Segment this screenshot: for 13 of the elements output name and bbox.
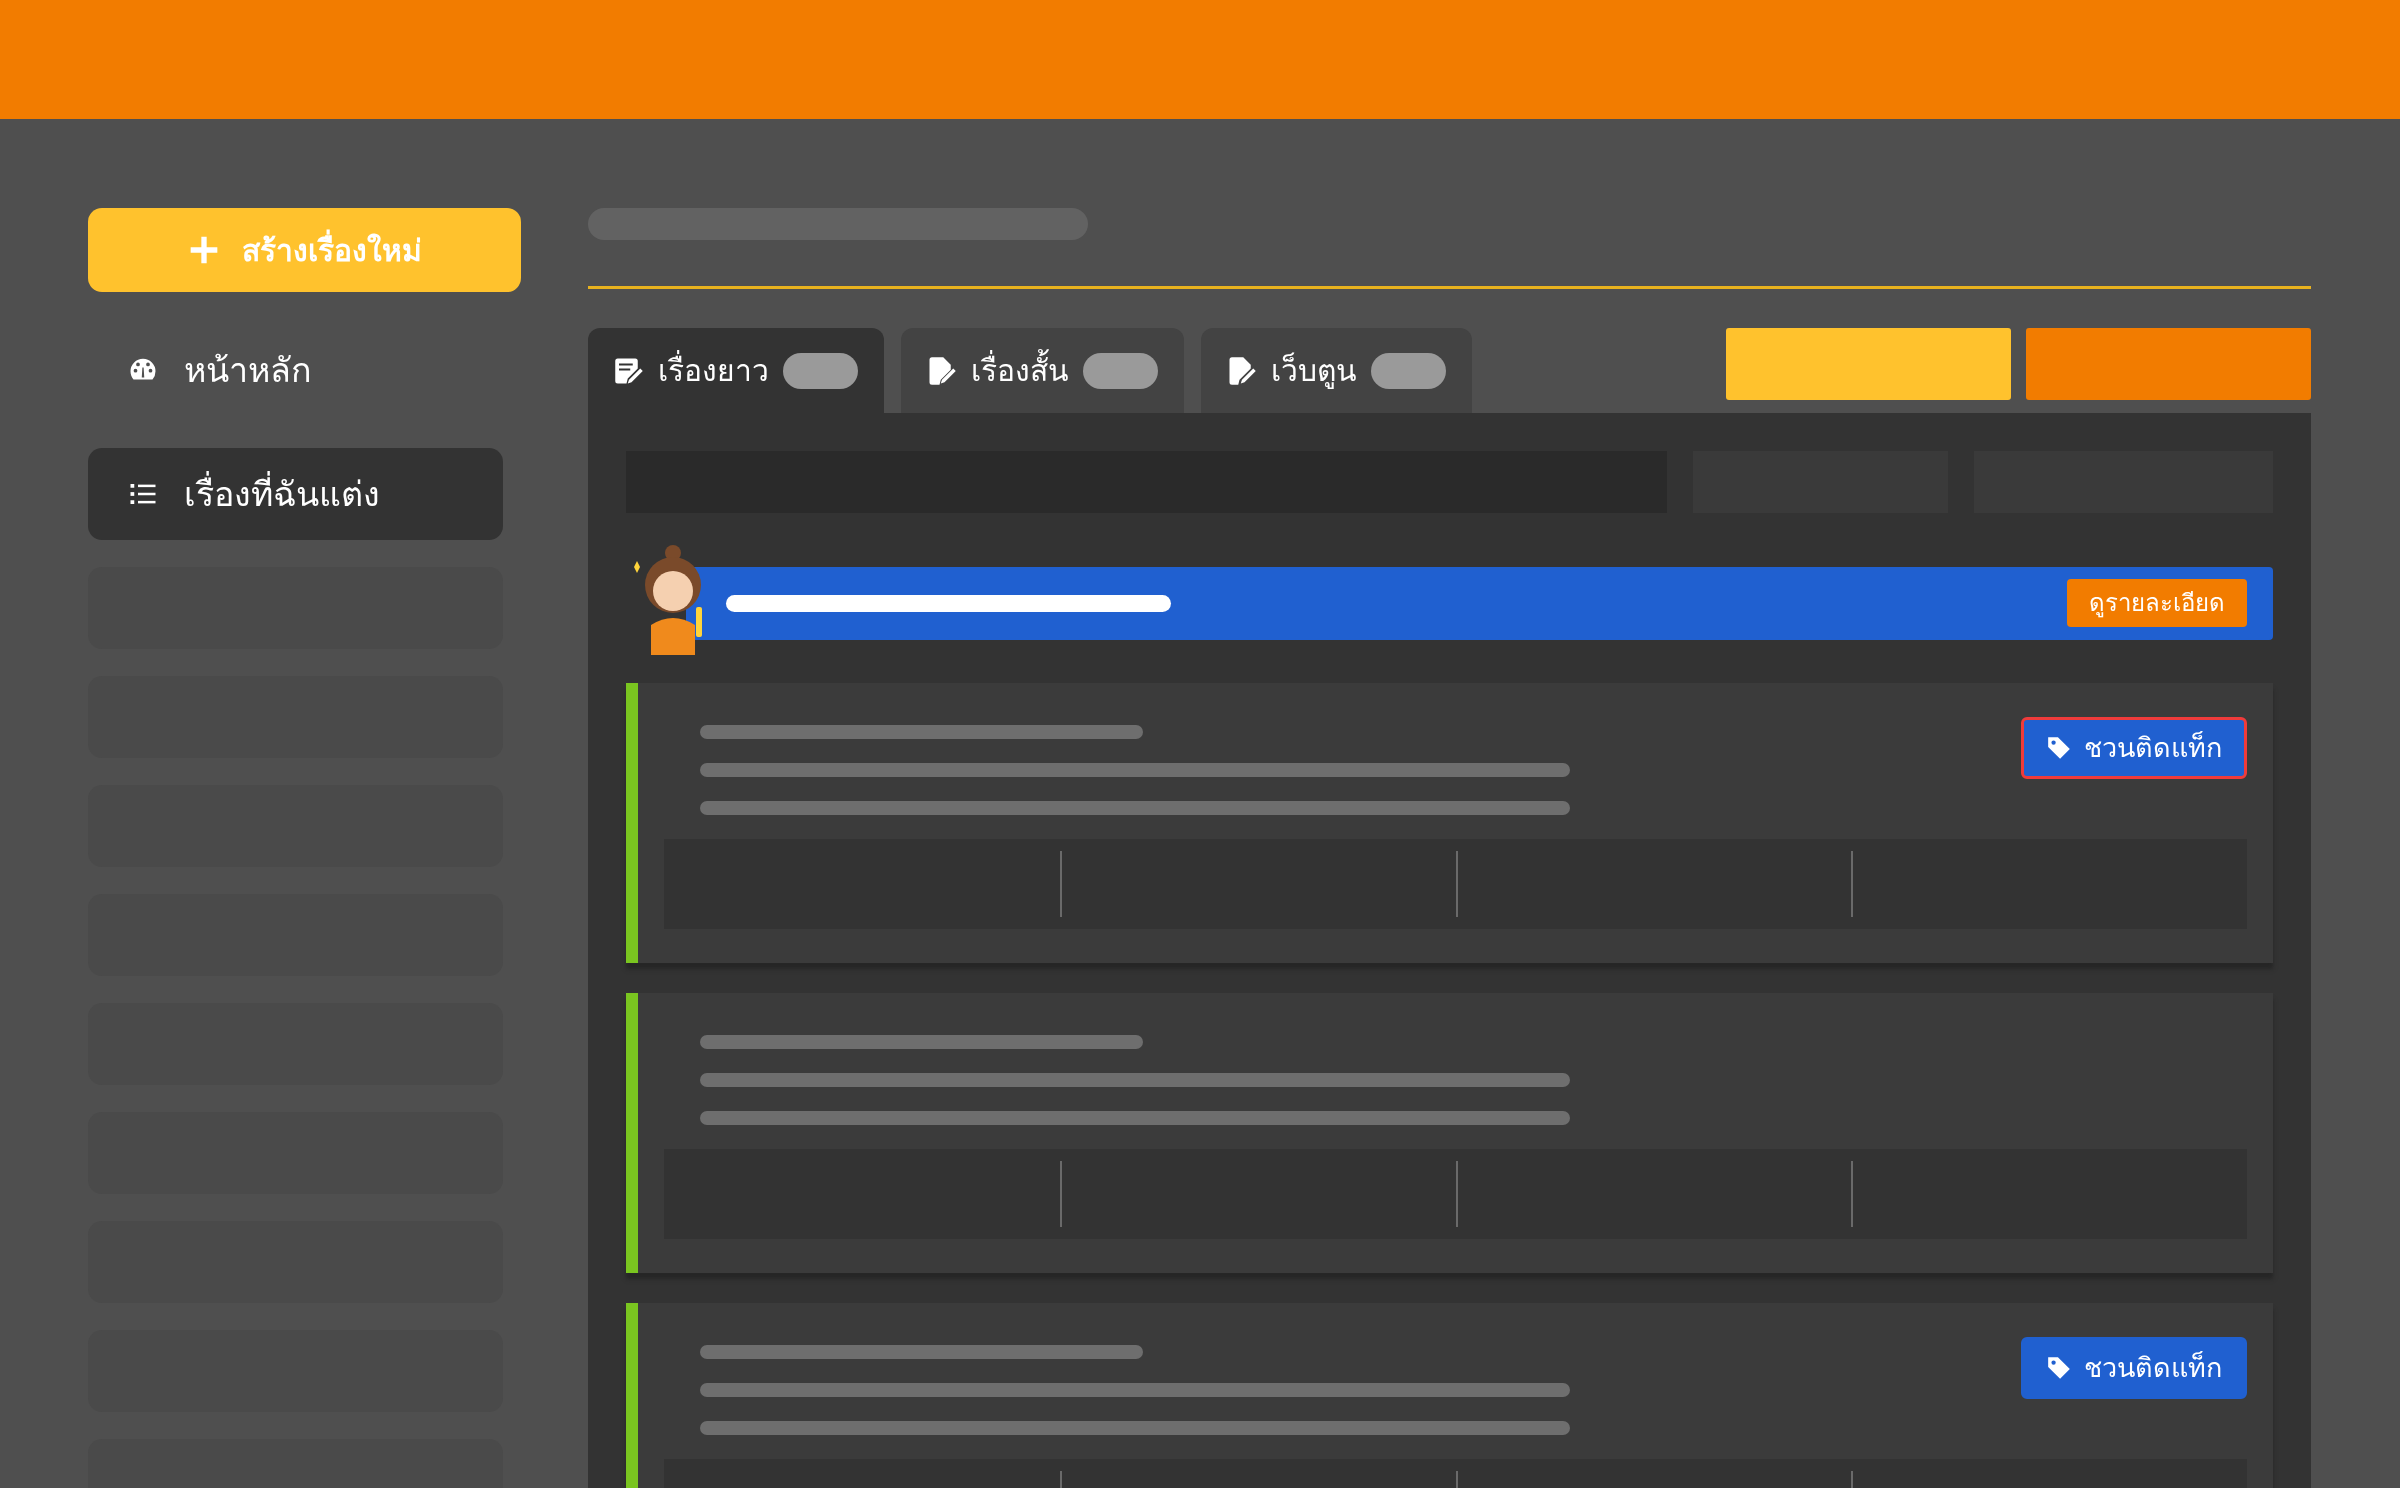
document-pen-icon [927,355,957,386]
sidebar-item[interactable]: เรื่องที่ฉันแต่ง [88,448,503,540]
sidebar-item[interactable]: หน้าหลัก [88,324,503,416]
tab[interactable]: เรื่องสั้น [901,328,1184,413]
tag-button[interactable]: ชวนติดแท็ก [2021,717,2247,779]
tag-icon [2046,735,2072,761]
tag-button[interactable]: ชวนติดแท็ก [2021,1337,2247,1399]
action-button[interactable] [1726,328,2011,400]
image-brush-icon [1227,355,1257,386]
tab[interactable]: เรื่องยาว [588,328,884,413]
action-button[interactable] [2026,328,2311,400]
tab[interactable]: เว็บตูน [1201,328,1472,413]
tag-icon [2046,1355,2072,1381]
